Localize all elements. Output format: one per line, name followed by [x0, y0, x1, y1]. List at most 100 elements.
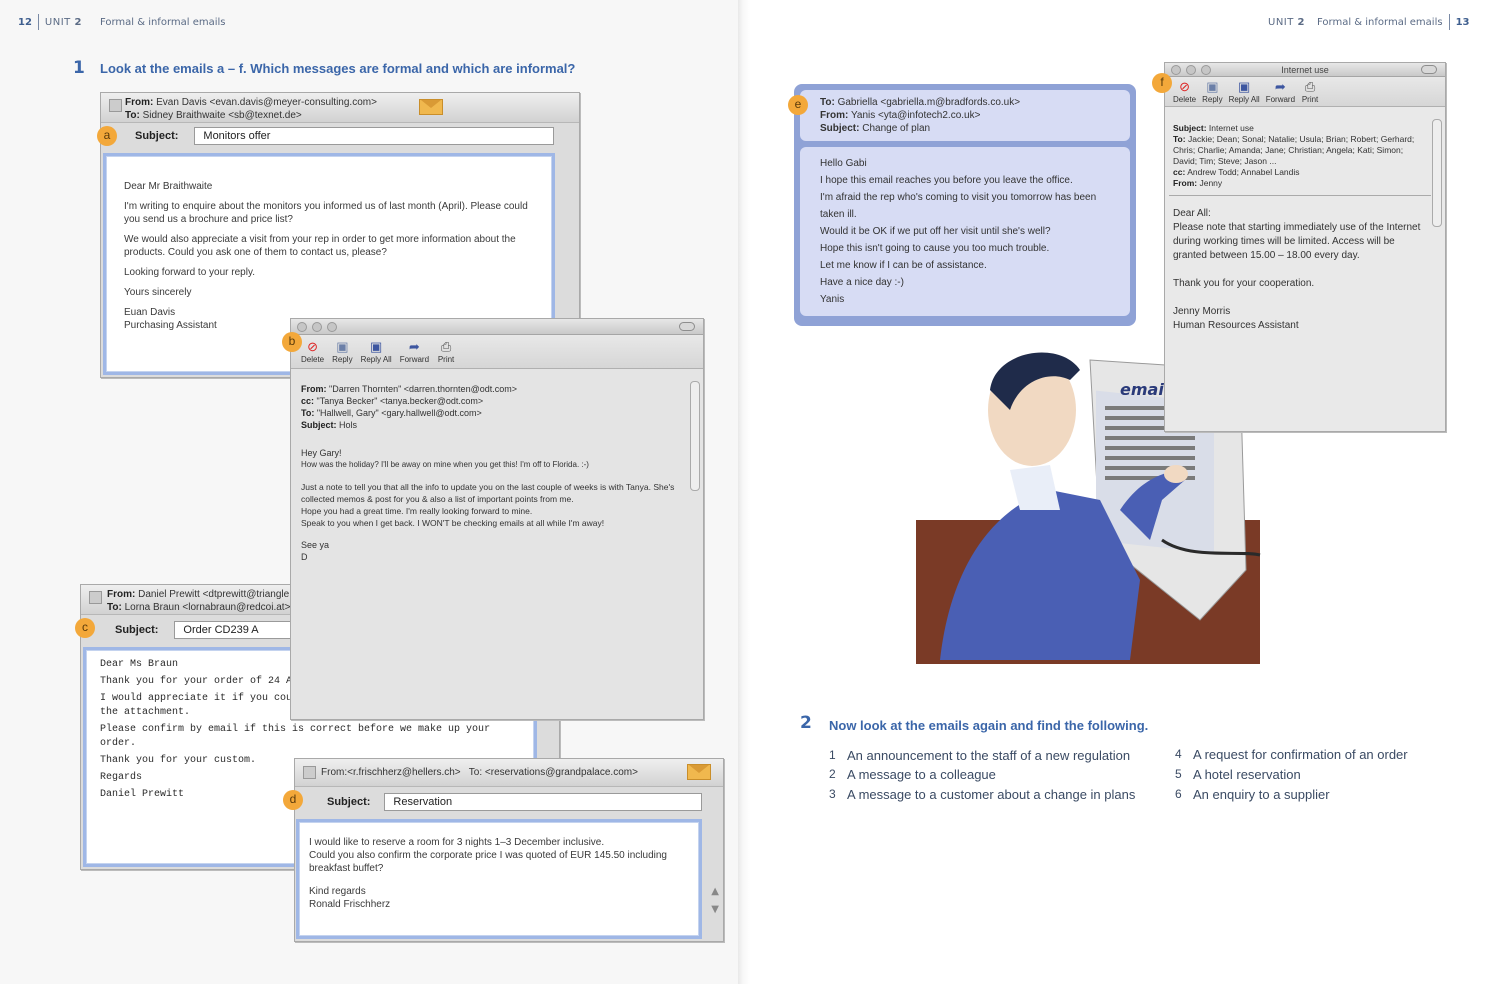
print-button[interactable]: ⎙ Print	[437, 339, 455, 364]
email-b-line: D	[301, 552, 308, 562]
badge-e: e	[788, 95, 808, 115]
envelope-icon	[419, 99, 443, 115]
reply-button[interactable]: ▣ Reply	[1202, 79, 1222, 104]
reply-all-button[interactable]: ▣ Reply All	[361, 339, 392, 364]
delete-button[interactable]: ⊘ Delete	[301, 339, 324, 364]
subject-label: Subject:	[135, 130, 179, 142]
close-icon[interactable]	[297, 322, 307, 332]
email-a-header: From: Evan Davis <evan.davis@meyer-consu…	[101, 93, 579, 123]
window-checkbox-icon[interactable]	[89, 591, 102, 604]
email-d-subject-field[interactable]: Reservation	[384, 793, 703, 811]
reply-icon: ▣	[336, 339, 349, 354]
email-a-to: To: Sidney Braithwaite <sb@texnet.de>	[125, 110, 302, 121]
email-b-cc: cc: "Tanya Becker" <tanya.becker@odt.com…	[301, 396, 484, 406]
toolbar-toggle-icon[interactable]	[1421, 65, 1437, 74]
email-a-line: Yours sincerely	[124, 287, 192, 298]
email-f-line: Jenny Morris	[1173, 306, 1231, 317]
email-d-line: Ronald Frischherz	[309, 899, 391, 910]
toolbar-toggle-icon[interactable]	[679, 322, 695, 331]
email-f-line: Dear All:	[1173, 208, 1211, 219]
section-title: Formal & informal emails	[99, 16, 226, 28]
reply-all-icon: ▣	[369, 339, 383, 354]
badge-b: b	[282, 332, 302, 352]
reply-all-button[interactable]: ▣ Reply All	[1229, 79, 1260, 104]
reply-all-icon: ▣	[1237, 79, 1251, 94]
envelope-icon	[687, 764, 711, 780]
person-hand	[1164, 465, 1188, 483]
subject-label: Subject:	[115, 624, 159, 636]
email-e-to: To: Gabriella <gabriella.m@bradfords.co.…	[820, 97, 1021, 108]
email-a-line: I'm writing to enquire about the monitor…	[124, 201, 528, 225]
email-f-from: From: Jenny	[1173, 178, 1223, 188]
email-e-line: I hope this email reaches you before you…	[820, 175, 1073, 186]
email-f-titlebar: Internet use	[1165, 63, 1445, 77]
delete-button[interactable]: ⊘ Delete	[1173, 79, 1196, 104]
page-number: 12	[18, 16, 32, 28]
email-f-line: Please note that starting immediately us…	[1173, 222, 1421, 261]
email-b-content: From: "Darren Thornten" <darren.thornten…	[301, 383, 681, 563]
delete-icon: ⊘	[307, 339, 319, 354]
print-icon: ⎙	[440, 339, 452, 354]
minimize-icon[interactable]	[312, 322, 322, 332]
scroll-up-icon[interactable]: ▲	[711, 883, 719, 901]
exercise-2-item: 3A message to a customer about a change …	[829, 787, 1136, 802]
zoom-icon[interactable]	[327, 322, 337, 332]
email-a-from: From: Evan Davis <evan.davis@meyer-consu…	[125, 97, 377, 108]
right-page-header: UNIT 2 Formal & informal emails 13	[1268, 14, 1470, 30]
email-b-line: Hey Gary!	[301, 448, 342, 458]
email-d-from-to: From:<r.frischherz@hellers.ch> To: <rese…	[321, 767, 638, 778]
email-e-body: Hello Gabi I hope this email reaches you…	[800, 147, 1130, 316]
email-e-from: From: Yanis <yta@infotech2.co.uk>	[820, 110, 981, 121]
email-f-body: Dear All: Please note that starting imme…	[1173, 207, 1429, 333]
window-checkbox-icon[interactable]	[109, 99, 122, 112]
email-e-header: To: Gabriella <gabriella.m@bradfords.co.…	[800, 90, 1130, 141]
email-b-from: From: "Darren Thornten" <darren.thornten…	[301, 384, 517, 394]
section-title: Formal & informal emails	[1317, 16, 1443, 28]
email-b-toolbar: ⊘ Delete ▣ Reply ▣ Reply All ➦ Forward ⎙ Prin…	[291, 335, 703, 369]
email-e-line: Hope this isn't going to cause you too m…	[820, 243, 1050, 254]
forward-button[interactable]: ➦ Forward	[400, 339, 429, 364]
email-d-window: From:<r.frischherz@hellers.ch> To: <rese…	[294, 758, 724, 942]
email-a-line: Looking forward to your reply.	[124, 267, 255, 278]
email-b-line: Just a note to tell you that all the inf…	[301, 482, 675, 504]
email-d-subject-row: Subject: Reservation	[327, 793, 703, 811]
unit-label: UNIT 2	[1268, 16, 1306, 28]
email-e-line: Would it be OK if we put off her visit u…	[820, 226, 1051, 237]
window-title: Internet use	[1281, 65, 1329, 75]
email-b-titlebar	[291, 319, 703, 335]
email-f-to: To: Jackie; Dean; Sonal; Natalie; Usula;…	[1173, 134, 1415, 166]
email-b-line: Hope you had a great time. I'm really lo…	[301, 506, 533, 516]
email-a-subject-row: Subject: Monitors offer	[135, 127, 555, 145]
email-b-scrollbar[interactable]	[690, 381, 700, 491]
email-f-toolbar: ⊘ Delete ▣ Reply ▣ Reply All ➦ Forward ⎙ Prin…	[1165, 77, 1445, 107]
email-e-subject: Subject: Change of plan	[820, 123, 931, 134]
email-f-window: Internet use ⊘ Delete ▣ Reply ▣ Reply All ➦…	[1164, 62, 1446, 432]
email-a-subject-field[interactable]: Monitors offer	[194, 127, 555, 145]
forward-button[interactable]: ➦ Forward	[1266, 79, 1295, 104]
print-button[interactable]: ⎙ Print	[1301, 79, 1319, 104]
badge-a: a	[97, 126, 117, 146]
reply-icon: ▣	[1206, 79, 1219, 94]
email-f-subject: Subject: Internet use	[1173, 123, 1254, 133]
exercise-2-number: 2	[800, 713, 812, 733]
header-divider	[1169, 195, 1431, 196]
email-d-line: I would like to reserve a room for 3 nig…	[309, 837, 605, 848]
forward-icon: ➦	[408, 339, 420, 354]
window-checkbox-icon[interactable]	[303, 766, 316, 779]
email-a-line: We would also appreciate a visit from yo…	[124, 234, 516, 258]
exercise-2-item: 5A hotel reservation	[1175, 767, 1301, 782]
email-f-scrollbar[interactable]	[1432, 119, 1442, 227]
email-b-line: Speak to you when I get back. I WON'T be…	[301, 518, 605, 528]
forward-icon: ➦	[1274, 79, 1286, 94]
email-d-body: I would like to reserve a room for 3 nig…	[296, 819, 702, 939]
badge-c: c	[75, 618, 95, 638]
print-icon: ⎙	[1304, 79, 1316, 94]
reply-button[interactable]: ▣ Reply	[332, 339, 352, 364]
exercise-1-number: 1	[73, 58, 85, 78]
exercise-2-item: 1 An announcement to the staff of a new r…	[829, 748, 1131, 763]
email-b-window: ⊘ Delete ▣ Reply ▣ Reply All ➦ Forward ⎙ Prin…	[290, 318, 704, 720]
email-b-subject: Subject: Hols	[301, 420, 358, 430]
email-e-window: To: Gabriella <gabriella.m@bradfords.co.…	[794, 84, 1136, 326]
scroll-down-icon[interactable]: ▼	[711, 901, 719, 919]
email-a-line: Dear Mr Braithwaite	[124, 181, 213, 192]
